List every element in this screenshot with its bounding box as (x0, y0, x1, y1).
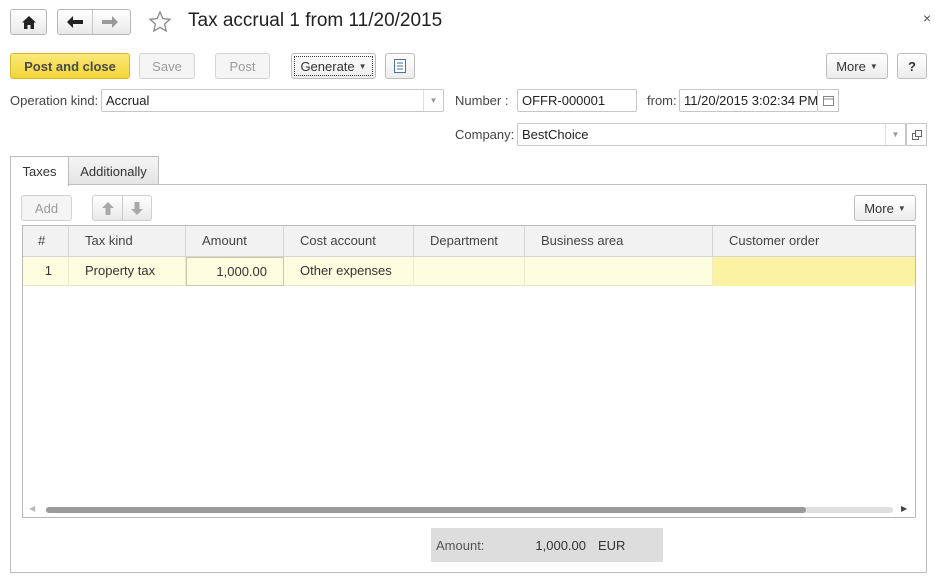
taxes-table[interactable]: # Tax kind Amount Cost account Departmen… (22, 225, 916, 518)
help-label: ? (908, 58, 916, 74)
page-title: Tax accrual 1 from 11/20/2015 (188, 10, 443, 31)
column-header-department[interactable]: Department (414, 226, 525, 257)
chevron-down-icon: ▼ (869, 61, 878, 71)
open-company-button[interactable] (906, 123, 927, 146)
save-button[interactable]: Save (139, 53, 195, 79)
scroll-right-icon[interactable]: ▶ (901, 504, 907, 513)
home-button[interactable] (10, 9, 47, 35)
number-value: OFFR-000001 (522, 93, 606, 108)
move-buttons (92, 195, 152, 221)
amount-total-label: Amount: (436, 538, 485, 553)
close-icon[interactable]: × (923, 10, 931, 26)
tab-additionally-label: Additionally (80, 163, 147, 179)
tab-taxes-label: Taxes (22, 164, 57, 179)
post-and-close-button[interactable]: Post and close (10, 53, 130, 79)
move-down-button[interactable] (122, 196, 151, 220)
chevron-down-icon[interactable]: ▼ (423, 90, 443, 111)
more-label: More (836, 58, 866, 74)
history-nav (57, 9, 131, 35)
tab-taxes[interactable]: Taxes (10, 156, 69, 186)
horizontal-scrollbar[interactable]: ◀ ▶ (23, 501, 915, 517)
operation-kind-value: Accrual (106, 93, 150, 108)
home-icon (21, 15, 36, 29)
report-button[interactable] (385, 53, 415, 79)
back-button[interactable] (58, 10, 92, 34)
arrow-right-icon (101, 16, 118, 28)
chevron-down-icon[interactable]: ▼ (885, 124, 905, 145)
date-value: 11/20/2015 3:02:34 PM (684, 93, 818, 108)
post-label: Post (229, 58, 256, 74)
table-row[interactable]: 1 Property tax 1,000.00 Other expenses (23, 257, 915, 286)
column-header-number[interactable]: # (23, 226, 69, 257)
amount-total-currency: EUR (598, 538, 626, 553)
company-field[interactable]: BestChoice ▼ (517, 123, 906, 146)
save-label: Save (152, 58, 182, 74)
cell-tax-kind[interactable]: Property tax (69, 257, 186, 286)
amount-total: Amount: 1,000.00 EUR (431, 528, 663, 562)
column-header-customer-order[interactable]: Customer order (713, 226, 915, 257)
cell-department[interactable] (414, 257, 525, 286)
chevron-down-icon: ▼ (897, 203, 906, 213)
favorite-button[interactable] (148, 10, 172, 34)
number-field[interactable]: OFFR-000001 (517, 89, 637, 112)
arrow-down-icon (131, 201, 143, 215)
table-header: # Tax kind Amount Cost account Departmen… (23, 226, 915, 257)
forward-button[interactable] (92, 10, 126, 34)
move-up-button[interactable] (93, 196, 122, 220)
date-field[interactable]: 11/20/2015 3:02:34 PM (679, 89, 818, 112)
column-header-amount[interactable]: Amount (186, 226, 284, 257)
company-value: BestChoice (522, 127, 589, 142)
cell-customer-order[interactable] (713, 257, 915, 286)
table-more-button[interactable]: More ▼ (854, 195, 916, 221)
generate-label: Generate (300, 58, 355, 74)
cell-business-area[interactable] (525, 257, 713, 286)
tab-additionally[interactable]: Additionally (68, 156, 159, 185)
post-and-close-label: Post and close (24, 58, 116, 74)
operation-kind-label: Operation kind: (10, 93, 99, 108)
scroll-thumb[interactable] (46, 507, 806, 513)
column-header-tax-kind[interactable]: Tax kind (69, 226, 186, 257)
number-label: Number : (455, 93, 509, 108)
generate-button[interactable]: Generate ▼ (291, 53, 376, 79)
post-button[interactable]: Post (215, 53, 270, 79)
arrow-up-icon (101, 201, 114, 215)
cell-cost-account[interactable]: Other expenses (284, 257, 414, 286)
amount-total-value: 1,000.00 (535, 538, 586, 553)
open-link-icon (911, 129, 922, 140)
company-label: Company: (455, 127, 515, 142)
more-button[interactable]: More ▼ (826, 53, 888, 79)
from-label: from: (647, 93, 677, 108)
document-icon (394, 59, 406, 73)
column-header-cost-account[interactable]: Cost account (284, 226, 414, 257)
add-button[interactable]: Add (21, 195, 72, 221)
add-label: Add (34, 200, 59, 216)
help-button[interactable]: ? (897, 53, 927, 79)
chevron-down-icon: ▼ (358, 61, 367, 71)
cell-amount[interactable]: 1,000.00 (186, 257, 284, 286)
table-more-label: More (864, 200, 894, 216)
calendar-icon (822, 95, 834, 106)
operation-kind-field[interactable]: Accrual ▼ (101, 89, 444, 112)
column-header-business-area[interactable]: Business area (525, 226, 713, 257)
cell-number: 1 (23, 257, 69, 286)
scroll-left-icon[interactable]: ◀ (29, 504, 35, 513)
arrow-left-icon (67, 16, 83, 28)
calendar-button[interactable] (818, 89, 839, 112)
star-icon (148, 10, 172, 33)
